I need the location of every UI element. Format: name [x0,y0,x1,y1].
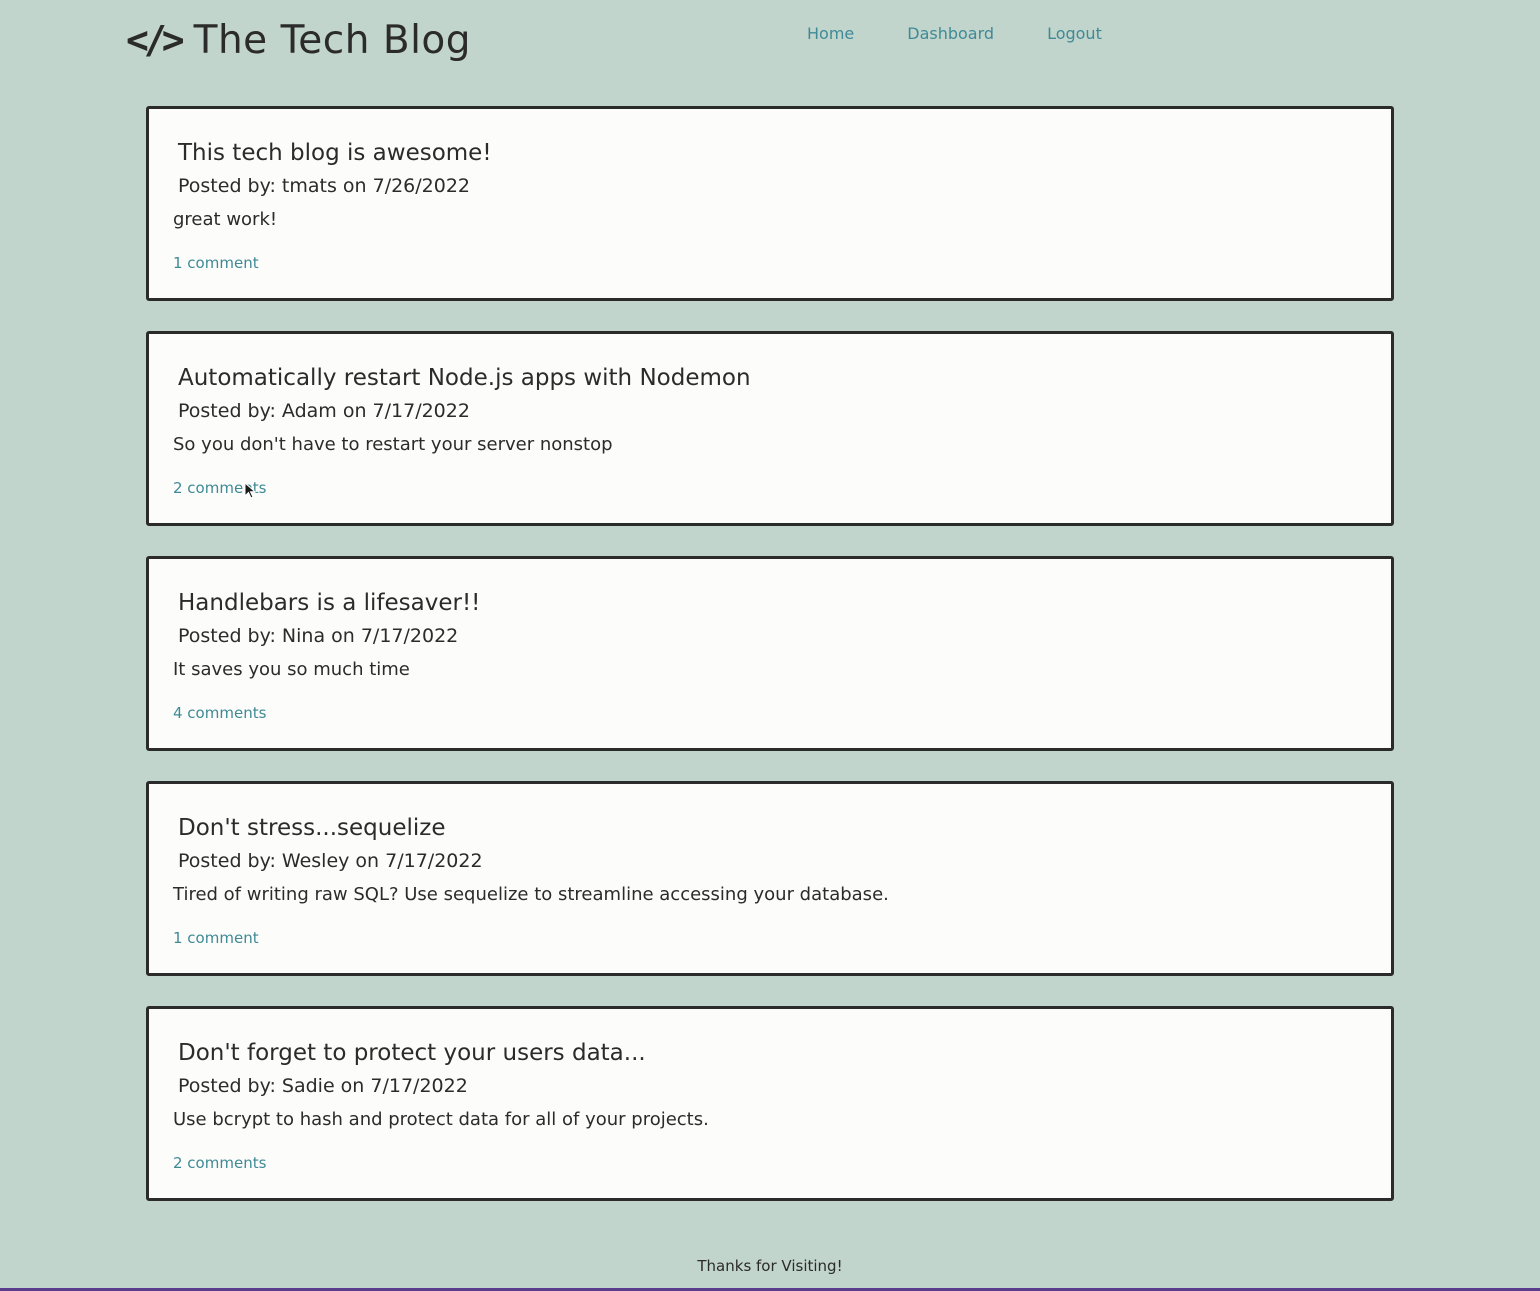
post-card[interactable]: Automatically restart Node.js apps with … [146,331,1394,526]
site-footer: Thanks for Visiting! [697,1257,843,1275]
post-card[interactable]: Don't stress...sequelize Posted by: Wesl… [146,781,1394,976]
post-comments-link[interactable]: 1 comment [173,254,259,272]
main-nav: Home Dashboard Logout [807,24,1102,43]
site-header: </> The Tech Blog Home Dashboard Logout [0,0,1540,90]
nav-home-link[interactable]: Home [807,24,854,43]
nav-dashboard-link[interactable]: Dashboard [907,24,994,43]
post-meta: Posted by: tmats on 7/26/2022 [178,175,471,197]
post-title[interactable]: Don't stress...sequelize [178,815,445,841]
post-list: This tech blog is awesome! Posted by: tm… [146,106,1394,1231]
code-icon: </> [126,18,185,62]
post-meta: Posted by: Adam on 7/17/2022 [178,400,470,422]
post-title[interactable]: Don't forget to protect your users data.… [178,1040,646,1066]
site-logo[interactable]: </> The Tech Blog [126,14,471,66]
post-card[interactable]: This tech blog is awesome! Posted by: tm… [146,106,1394,301]
post-title[interactable]: This tech blog is awesome! [178,140,492,166]
post-comments-link[interactable]: 2 comments [173,1154,266,1172]
post-body: Tired of writing raw SQL? Use sequelize … [173,884,889,905]
post-meta: Posted by: Sadie on 7/17/2022 [178,1075,468,1097]
post-body: Use bcrypt to hash and protect data for … [173,1109,709,1130]
post-title[interactable]: Automatically restart Node.js apps with … [178,365,751,391]
post-title[interactable]: Handlebars is a lifesaver!! [178,590,480,616]
site-title: The Tech Blog [193,17,472,63]
post-card[interactable]: Don't forget to protect your users data.… [146,1006,1394,1201]
post-meta: Posted by: Wesley on 7/17/2022 [178,850,483,872]
nav-logout-link[interactable]: Logout [1047,24,1102,43]
post-card[interactable]: Handlebars is a lifesaver!! Posted by: N… [146,556,1394,751]
post-body: great work! [173,209,278,230]
post-comments-link[interactable]: 2 comments [173,479,266,497]
post-body: So you don't have to restart your server… [173,434,613,455]
post-comments-link[interactable]: 4 comments [173,704,266,722]
post-body: It saves you so much time [173,659,410,680]
post-comments-link[interactable]: 1 comment [173,929,259,947]
post-meta: Posted by: Nina on 7/17/2022 [178,625,459,647]
